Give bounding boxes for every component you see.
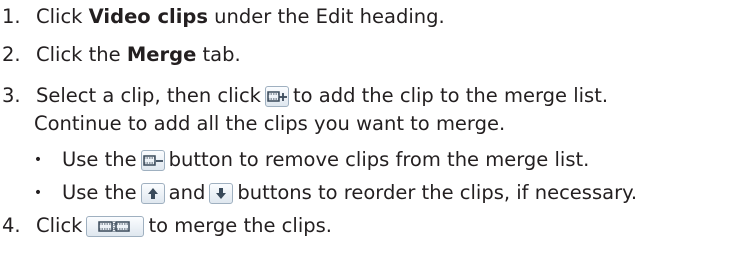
step-2: 2. Click the Merge tab. xyxy=(0,41,241,69)
bullet-text-after: button to remove clips from the merge li… xyxy=(168,148,590,171)
step-number: 2. xyxy=(2,43,21,66)
step-1: 1. Click Video clips under the Edit head… xyxy=(0,3,445,31)
bullet-mark: • xyxy=(33,152,43,168)
step-text-after: to add the clip to the merge list. xyxy=(292,84,609,107)
bullet-text: Use the xyxy=(62,148,137,171)
step-text: Click xyxy=(36,214,83,237)
remove-clip-icon xyxy=(140,149,165,171)
arrow-up-icon xyxy=(140,182,165,204)
bullet-mark: • xyxy=(33,185,43,201)
bullet-1: • Use the button to remove clips from th… xyxy=(0,146,589,174)
step-3: 3. Select a clip, then click to add the … xyxy=(0,82,608,110)
step-text: Select a clip, then click xyxy=(36,84,261,107)
step-number: 1. xyxy=(2,5,21,28)
step-number: 3. xyxy=(2,84,21,107)
bullet-text-mid: and xyxy=(168,181,206,204)
video-clips-label: Video clips xyxy=(88,5,208,28)
step-number: 4. xyxy=(2,214,21,237)
merge-clips-icon xyxy=(86,215,145,237)
step-text: Click the Merge tab. xyxy=(36,43,241,66)
bullet-2: • Use the and buttons to reorder the cli… xyxy=(0,179,637,207)
step-text: Continue to add all the clips you want t… xyxy=(34,112,506,135)
add-clip-icon xyxy=(264,85,289,107)
step-text-after: to merge the clips. xyxy=(148,214,332,237)
arrow-down-icon xyxy=(209,182,234,204)
step-text: Click Video clips under the Edit heading… xyxy=(36,5,445,28)
step-3-continued: Continue to add all the clips you want t… xyxy=(34,110,505,138)
merge-tab-label: Merge xyxy=(126,43,197,66)
step-4: 4. Click to merge the clips. xyxy=(0,212,332,240)
bullet-text-after: buttons to reorder the clips, if necessa… xyxy=(237,181,638,204)
bullet-text: Use the xyxy=(62,181,137,204)
